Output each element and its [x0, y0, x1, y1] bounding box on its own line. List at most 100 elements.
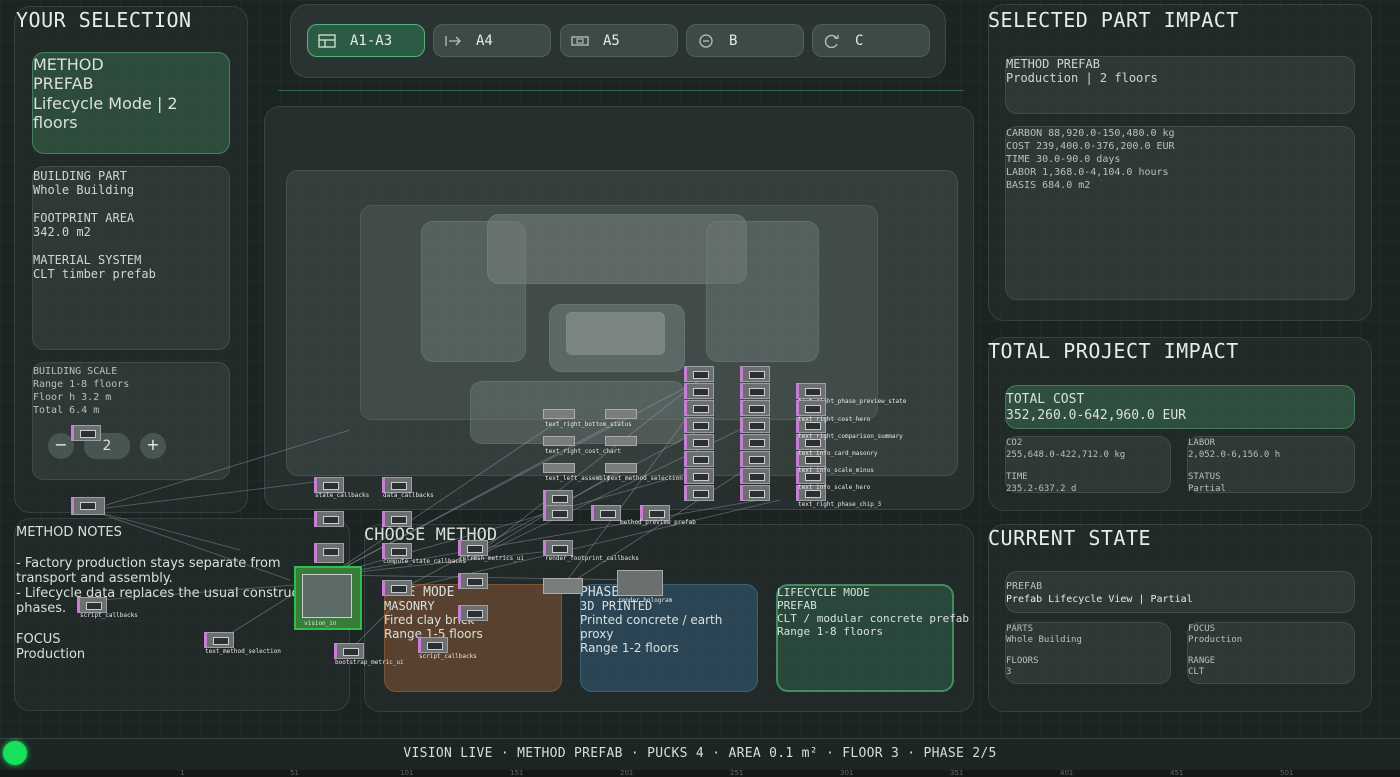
graph-node-label: render_footprint_callbacks [545, 555, 639, 562]
parts-value: Whole Building [1006, 635, 1082, 645]
graph-node-label: method_preview_prefab [620, 519, 696, 526]
graph-node[interactable] [382, 543, 412, 559]
focus-value: Production [1188, 635, 1243, 645]
graph-node[interactable] [740, 434, 770, 450]
current-mode-card: PREFAB Prefab Lifecycle View | Partial [1005, 571, 1355, 613]
graph-node[interactable] [71, 497, 105, 515]
graph-node-label: text_right_comparison_summary [798, 433, 903, 440]
render-hologram-node[interactable] [617, 570, 663, 596]
graph-node[interactable] [543, 578, 583, 594]
graph-node[interactable] [314, 543, 344, 563]
graph-node-label: text_right_cost_chart [545, 448, 621, 455]
graph-node[interactable] [543, 540, 573, 556]
current-state-title: CURRENT STATE [988, 526, 1152, 550]
graph-node[interactable] [740, 451, 770, 467]
ruler-tick: 1 [180, 769, 185, 777]
graph-node[interactable] [382, 477, 412, 493]
impact-basis: BASIS 684.0 m2 [1006, 180, 1091, 191]
graph-node[interactable] [543, 505, 573, 521]
graph-node-label: compute_state_callbacks [383, 558, 467, 565]
ruler-tick: 51 [290, 769, 299, 777]
graph-node[interactable] [684, 400, 714, 416]
impact-labor: LABOR 1,368.0-4,104.0 hours [1006, 167, 1169, 178]
graph-node[interactable] [796, 383, 826, 399]
graph-node-label: refresh_metrics_ui [459, 555, 525, 562]
vision-in-node[interactable]: vision_in [294, 566, 362, 630]
ruler: 1 51 101 151 201 251 301 351 401 451 501 [0, 769, 1400, 777]
graph-node[interactable] [684, 485, 714, 501]
graph-node[interactable] [605, 409, 637, 419]
graph-node[interactable] [543, 409, 575, 419]
focus-range-card: FOCUS Production RANGE CLT [1187, 622, 1355, 684]
ruler-tick: 151 [510, 769, 524, 777]
graph-node-label: vision_in [304, 620, 337, 627]
impact-time: TIME 30.0-90.0 days [1006, 154, 1121, 165]
selected-method-line1: METHOD PREFAB [1006, 57, 1100, 71]
graph-node[interactable] [740, 383, 770, 399]
graph-node-label: text_method_selection [205, 648, 281, 655]
graph-node[interactable] [458, 605, 488, 621]
graph-node[interactable] [334, 643, 364, 659]
labor-card: LABOR 2,052.0-6,156.0 h STATUS Partial [1187, 436, 1355, 494]
graph-node[interactable] [458, 540, 488, 556]
graph-node-label: state_callbacks [315, 492, 370, 499]
ruler-tick: 401 [1060, 769, 1074, 777]
selected-part-impact-title: SELECTED PART IMPACT [988, 8, 1239, 32]
graph-node-label: text_info_card_masonry [798, 450, 878, 457]
graph-node[interactable] [684, 366, 714, 382]
ruler-tick: 501 [1280, 769, 1294, 777]
graph-node[interactable] [796, 400, 826, 416]
total-project-impact-title: TOTAL PROJECT IMPACT [988, 339, 1239, 363]
graph-node-label: script_callbacks [419, 653, 477, 660]
graph-node[interactable] [684, 417, 714, 433]
graph-node[interactable] [684, 451, 714, 467]
total-cost-value: 352,260.0-642,960.0 EUR [1006, 408, 1187, 423]
graph-node[interactable] [740, 366, 770, 382]
graph-node[interactable] [382, 511, 412, 527]
graph-node-label: text_right_phase_chip_3 [798, 501, 882, 508]
range-value: CLT [1188, 667, 1205, 677]
current-mode-label: PREFAB [1006, 581, 1043, 592]
graph-node[interactable] [204, 632, 234, 648]
graph-node[interactable] [591, 505, 621, 521]
impact-carbon: CARBON 88,920.0-150,480.0 kg [1006, 128, 1175, 139]
graph-node[interactable] [684, 383, 714, 399]
ruler-tick: 201 [620, 769, 634, 777]
floors-value: 3 [1006, 667, 1012, 677]
graph-node[interactable] [740, 485, 770, 501]
graph-node-label: data_callbacks [383, 492, 434, 499]
vision-in-preview [302, 574, 352, 618]
graph-node[interactable] [543, 490, 573, 506]
parts-floors-card: PARTS Whole Building FLOORS 3 [1005, 622, 1171, 684]
graph-node[interactable] [77, 597, 107, 613]
graph-node[interactable] [458, 573, 488, 589]
ruler-tick: 101 [400, 769, 414, 777]
graph-node[interactable] [684, 434, 714, 450]
graph-node[interactable] [740, 468, 770, 484]
graph-node[interactable] [605, 436, 637, 446]
current-mode-value: Prefab Lifecycle View | Partial [1006, 594, 1193, 605]
labor-value: 2,052.0-6,156.0 h [1188, 450, 1281, 460]
graph-node[interactable] [543, 436, 575, 446]
impact-metrics-card: CARBON 88,920.0-150,480.0 kg COST 239,40… [1005, 126, 1355, 300]
ruler-tick: 351 [950, 769, 964, 777]
graph-node[interactable] [314, 511, 344, 527]
graph-node[interactable] [71, 425, 101, 441]
total-cost-label: TOTAL COST [1006, 392, 1085, 407]
co2-card: CO2 255,648.0-422,712.0 kg TIME 235.2-63… [1005, 436, 1171, 494]
time-value: 235.2-637.2 d [1006, 484, 1077, 494]
graph-node[interactable] [740, 417, 770, 433]
selected-method-summary-card: METHOD PREFAB Production | 2 floors [1005, 56, 1355, 114]
graph-node[interactable] [684, 468, 714, 484]
graph-node[interactable] [605, 463, 637, 473]
status-text: VISION LIVE · METHOD PREFAB · PUCKS 4 · … [403, 746, 997, 761]
graph-node[interactable] [740, 400, 770, 416]
graph-node[interactable] [382, 580, 412, 596]
graph-node-label: script_callbacks [80, 612, 138, 619]
graph-node[interactable] [314, 477, 344, 493]
graph-node[interactable] [418, 637, 448, 653]
graph-node-label: text_info_scale_minus [798, 467, 874, 474]
graph-node[interactable] [543, 463, 575, 473]
graph-node-label: text_method_selection [607, 475, 683, 482]
graph-node-label: text_info_scale_hero [798, 484, 871, 491]
